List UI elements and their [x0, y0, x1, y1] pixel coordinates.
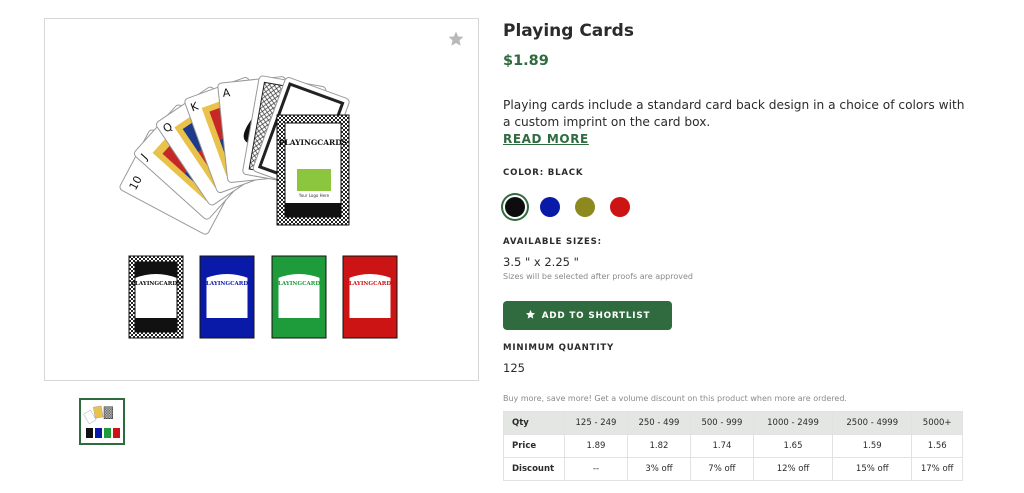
table-cell: 17% off [911, 457, 963, 481]
color-swatch-olive[interactable] [575, 197, 595, 217]
shortlist-label: ADD TO SHORTLIST [541, 310, 651, 321]
table-cell: 1.56 [911, 434, 963, 458]
table-header-cell: 250 - 499 [626, 411, 691, 435]
discount-row-label: Discount [503, 457, 565, 481]
gallery-thumbnail[interactable] [79, 398, 125, 445]
table-header-cell: 1000 - 2499 [752, 411, 834, 435]
table-cell: 1.65 [752, 434, 834, 458]
table-row: Discount -- 3% off 7% off 12% off 15% of… [503, 457, 963, 481]
table-cell: 1.89 [564, 434, 628, 458]
table-header-row: Qty 125 - 249 250 - 499 500 - 999 1000 -… [503, 411, 963, 435]
table-cell: 1.59 [832, 434, 913, 458]
table-header-cell: Qty [503, 411, 565, 435]
table-cell: 7% off [689, 457, 754, 481]
table-header-cell: 500 - 999 [689, 411, 754, 435]
card-box: PLAYINGCARDS Your Logo Here [276, 114, 350, 226]
price-row-label: Price [503, 434, 565, 458]
svg-text:PLAYINGCARDS: PLAYINGCARDS [345, 281, 395, 287]
product-description: Playing cards include a standard card ba… [503, 98, 965, 129]
color-swatch-black[interactable] [505, 197, 525, 217]
box-brand-text: PLAYINGCARDS [279, 138, 347, 147]
product-main-image[interactable]: 10 J Q K A PLAYINGCARDS Your Logo Here P… [44, 18, 479, 381]
svg-text:PLAYINGCARDS: PLAYINGCARDS [274, 281, 324, 287]
table-cell: 15% off [832, 457, 913, 481]
product-title: Playing Cards [503, 21, 634, 41]
available-sizes-label: AVAILABLE SIZES: [503, 237, 602, 247]
minimum-quantity-label: MINIMUM QUANTITY [503, 343, 615, 353]
table-header-cell: 5000+ [911, 411, 963, 435]
playing-cards-illustration: 10 J Q K A PLAYINGCARDS Your Logo Here P… [119, 75, 398, 339]
color-boxes: PLAYINGCARDS PLAYINGCARDS PLAYINGCARDS P… [128, 255, 398, 339]
table-cell: 1.74 [689, 434, 754, 458]
imprint-text: Your Logo Here [298, 193, 330, 198]
size-value: 3.5 " x 2.25 " [503, 255, 579, 269]
volume-discount-note: Buy more, save more! Get a volume discou… [503, 394, 847, 403]
sizes-note: Sizes will be selected after proofs are … [503, 272, 693, 281]
volume-pricing-table: Qty 125 - 249 250 - 499 500 - 999 1000 -… [503, 411, 963, 481]
add-to-shortlist-button[interactable]: ADD TO SHORTLIST [503, 301, 672, 330]
table-row: Price 1.89 1.82 1.74 1.65 1.59 1.56 [503, 434, 963, 458]
minimum-quantity-value: 125 [503, 361, 525, 375]
read-more-link[interactable]: READ MORE [503, 132, 589, 146]
thumbnail-image [83, 405, 120, 438]
table-cell: 3% off [626, 457, 691, 481]
table-cell: 12% off [752, 457, 834, 481]
table-cell: 1.82 [626, 434, 691, 458]
table-header-cell: 2500 - 4999 [832, 411, 913, 435]
color-swatch-red[interactable] [610, 197, 630, 217]
color-swatch-blue[interactable] [540, 197, 560, 217]
svg-text:PLAYINGCARDS: PLAYINGCARDS [131, 281, 181, 287]
table-header-cell: 125 - 249 [564, 411, 628, 435]
product-price: $1.89 [503, 53, 549, 69]
svg-text:PLAYINGCARDS: PLAYINGCARDS [202, 281, 252, 287]
star-icon [525, 309, 536, 323]
color-label: COLOR: BLACK [503, 168, 584, 178]
table-cell: -- [564, 457, 628, 481]
